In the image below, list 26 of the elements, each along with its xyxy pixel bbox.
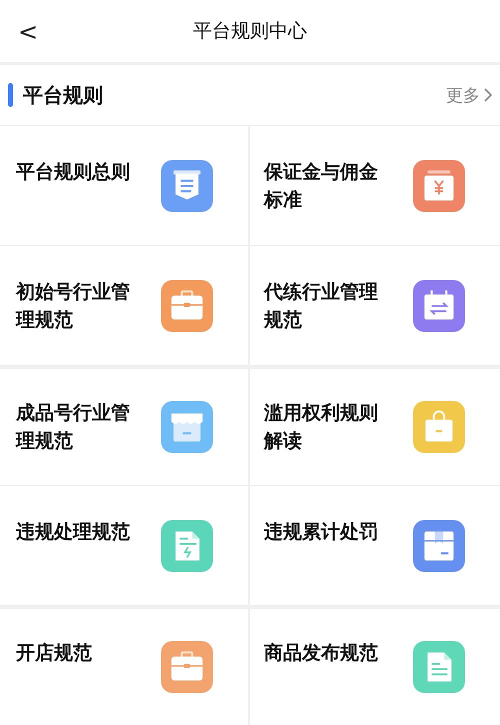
rule-item[interactable]: 初始号行业管理规范 [0,246,250,366]
rule-item[interactable]: 商品发布规范 [250,606,500,725]
rule-title: 开店规范 [16,641,93,666]
back-button[interactable]: < [14,18,42,46]
rule-item[interactable]: 代练行业管理规范 [250,246,500,366]
rule-title: 商品发布规范 [264,641,379,666]
rule-item[interactable]: 平台规则总则 [0,126,250,246]
rule-title: 保证金与佣金标准 [264,160,379,212]
rule-item[interactable]: 违规累计处罚 [250,486,500,606]
section-title: 平台规则 [23,82,104,108]
section-accent-bar [8,83,13,107]
rule-item[interactable]: 滥用权利规则解读 [250,366,500,486]
rule-title: 平台规则总则 [16,160,131,184]
chevron-icon [484,88,492,102]
rule-title: 初始号行业管理规范 [16,280,131,332]
rule-item[interactable]: 成品号行业管理规范 [0,366,250,486]
rule-item[interactable]: 违规处理规范 [0,486,250,606]
rule-title: 违规处理规范 [16,520,131,544]
more-link[interactable]: 更多 [446,84,492,106]
rule-item[interactable]: 保证金与佣金标准 [250,126,500,246]
rule-title: 违规累计处罚 [264,520,379,544]
rule-title: 滥用权利规则解读 [264,401,379,454]
rule-title: 代练行业管理规范 [264,280,379,332]
page-title: 平台规则中心 [193,19,307,44]
rule-item[interactable]: 开店规范 [0,606,250,725]
rule-title: 成品号行业管理规范 [16,401,131,454]
